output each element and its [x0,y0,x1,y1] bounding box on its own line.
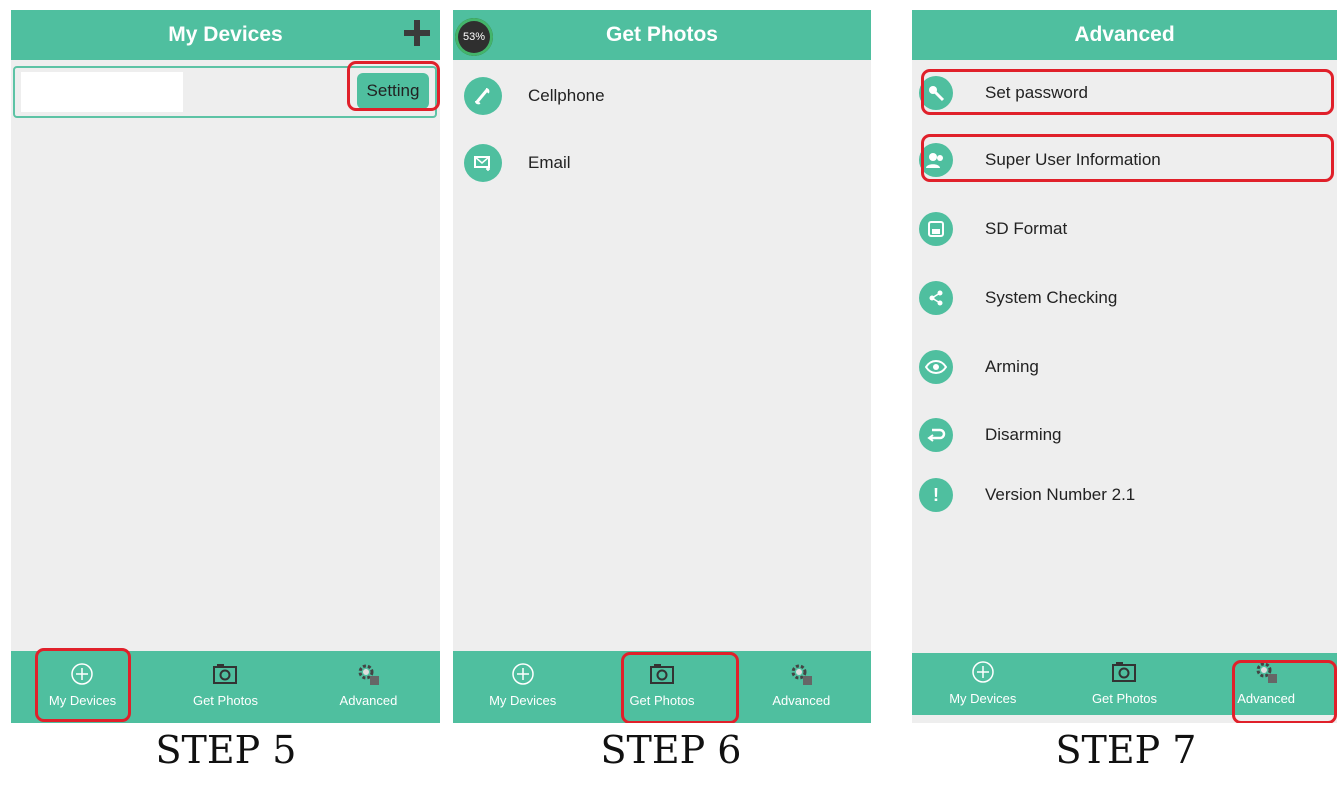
progress-badge: 53% [455,18,493,56]
menu-item-disarming[interactable]: Disarming [912,413,1337,457]
highlight-advanced-tab [1232,660,1337,723]
menu-item-system-checking[interactable]: System Checking [912,276,1337,320]
plus-circle-icon [510,661,536,687]
page-title: Advanced [1074,23,1175,46]
plus-circle-icon [970,659,996,685]
menu-label: Cellphone [528,86,605,105]
menu-item-version-number: ! Version Number 2.1 [912,473,1337,517]
tab-label: Advanced [772,693,831,708]
menu-item-email[interactable]: Email [453,141,871,185]
highlight-setting [347,61,440,111]
highlight-my-devices-tab [35,648,131,722]
advanced-screen: Advanced Set password Super User Informa… [912,10,1337,723]
mail-icon [464,144,502,182]
undo-icon [919,418,953,452]
camera-icon [1111,659,1137,685]
menu-label: Version Number 2.1 [985,485,1136,504]
highlight-get-photos-tab [621,652,739,723]
info-bubble-icon: ! [919,478,953,512]
menu-label: SD Format [985,219,1068,238]
menu-item-sd-format[interactable]: SD Format [912,207,1337,251]
step-label-5: STEP 5 [155,728,297,772]
highlight-set-password [921,69,1334,115]
tab-label: Get Photos [1091,691,1157,706]
eye-icon [919,350,953,384]
page-title: Get Photos [605,23,718,46]
menu-label: Disarming [985,425,1062,444]
menu-label: System Checking [985,288,1118,307]
phone-icon [464,77,502,115]
tab-label: Get Photos [192,693,258,708]
tab-label: Advanced [339,693,398,708]
tab-get-photos[interactable]: Get Photos [1054,653,1196,715]
add-device-icon[interactable] [404,20,430,46]
device-name-field [21,72,183,112]
get-photos-screen: 53% Get Photos Cellphone Email My Device… [453,10,871,723]
my-devices-screen: My Devices Setting My Devices Get Photos… [11,10,440,723]
highlight-super-user [921,134,1334,182]
step-label-7: STEP 7 [1055,728,1197,772]
menu-label: Email [528,153,571,172]
tab-my-devices[interactable]: My Devices [453,651,592,723]
menu-item-arming[interactable]: Arming [912,345,1337,389]
page-title: My Devices [168,23,283,46]
tab-label: My Devices [489,693,557,708]
menu-label: Arming [985,357,1039,376]
tab-label: My Devices [949,691,1017,706]
share-icon [919,281,953,315]
tab-get-photos[interactable]: Get Photos [154,651,297,723]
tab-advanced[interactable]: Advanced [297,651,440,723]
tab-my-devices[interactable]: My Devices [912,653,1054,715]
step-label-6: STEP 6 [600,728,742,772]
camera-icon [212,661,238,687]
gear-icon [788,661,814,687]
header-bar: Advanced [912,10,1337,60]
gear-icon [355,661,381,687]
header-bar: 53% Get Photos [453,10,871,60]
sd-card-icon [919,212,953,246]
header-bar: My Devices [11,10,440,60]
menu-item-cellphone[interactable]: Cellphone [453,74,871,118]
tab-advanced[interactable]: Advanced [732,651,871,723]
